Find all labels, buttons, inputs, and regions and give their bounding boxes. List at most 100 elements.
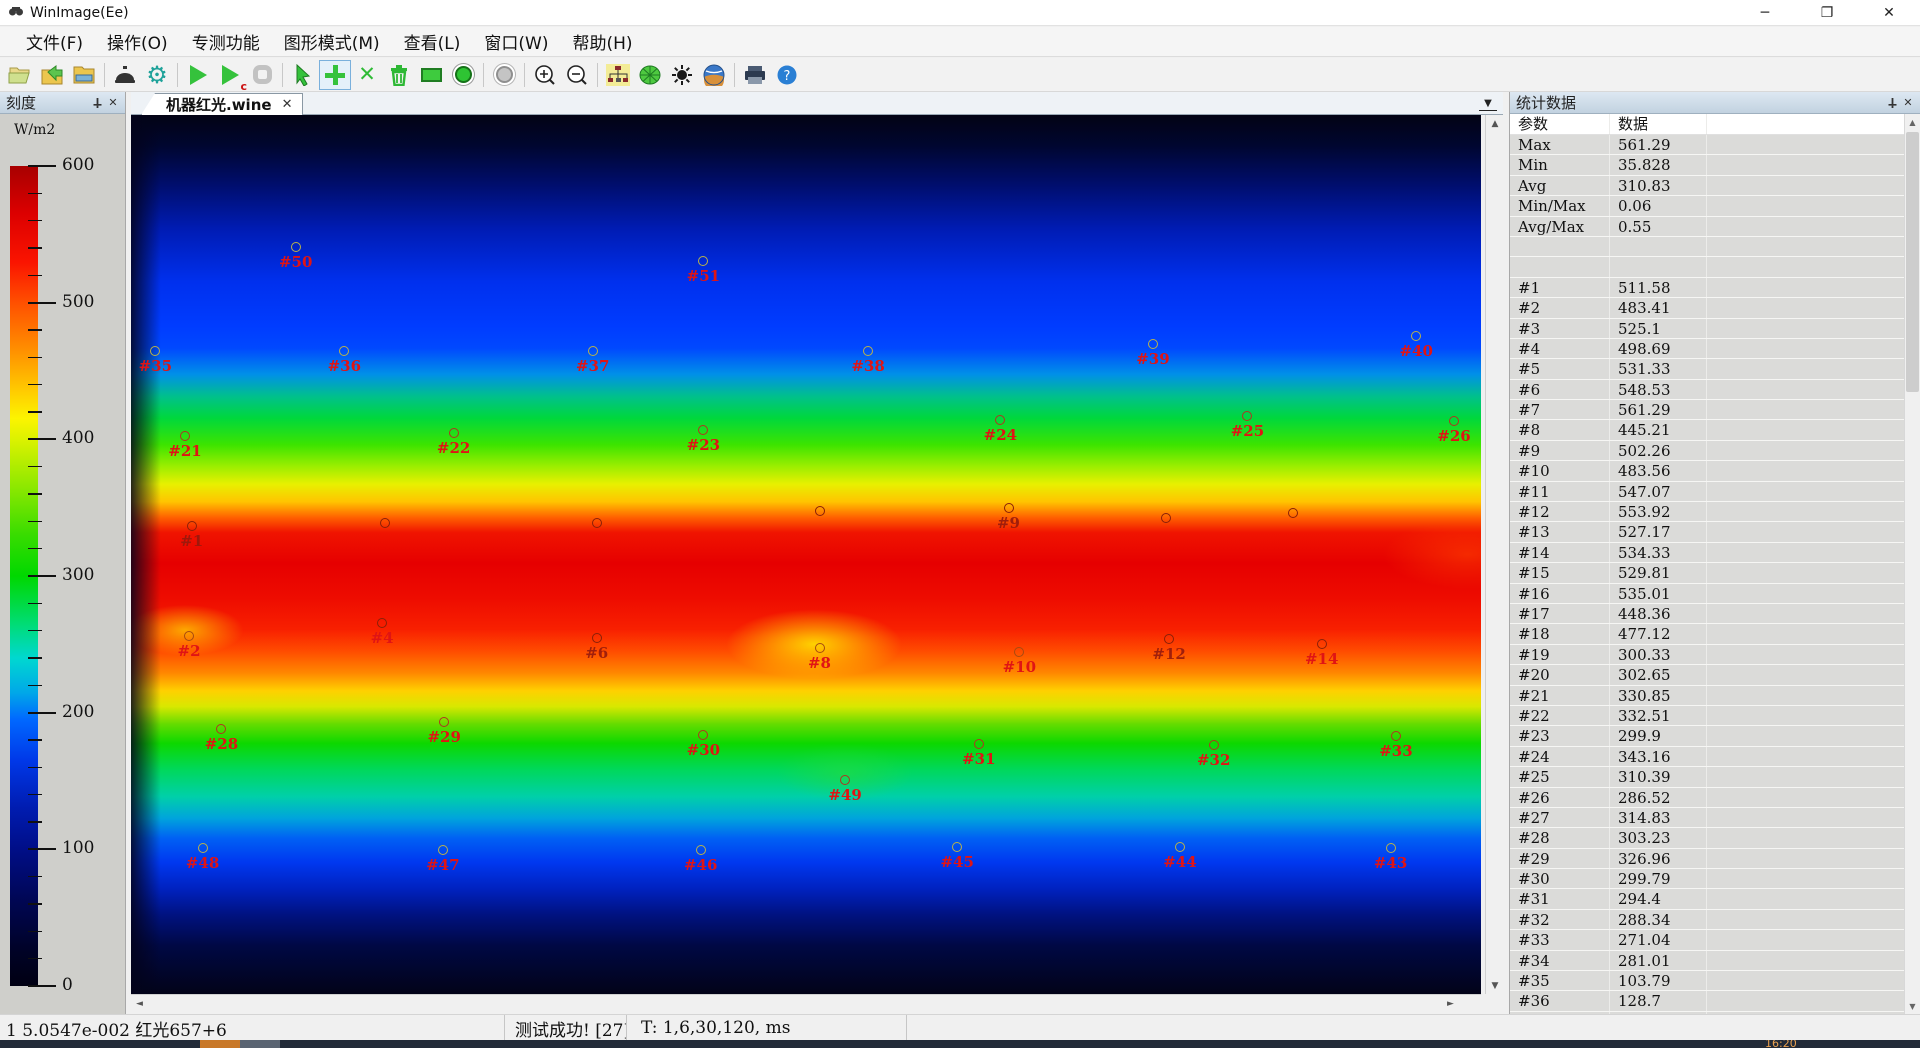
panel-close-icon[interactable]: ✕	[1900, 95, 1916, 111]
pin-icon[interactable]	[89, 95, 105, 111]
point-marker-icon	[380, 518, 390, 528]
point-label: #32	[1197, 751, 1230, 769]
play-icon[interactable]	[182, 60, 214, 90]
scroll-up-icon[interactable]: ▲	[1905, 114, 1920, 130]
table-cell: 483.56	[1610, 461, 1707, 480]
table-cell-empty	[1707, 767, 1905, 786]
scroll-down-icon[interactable]: ▼	[1486, 977, 1504, 994]
menu-item-4[interactable]: 图形模式(M)	[272, 26, 392, 57]
point-marker-icon	[1161, 513, 1171, 523]
table-cell: 525.1	[1610, 319, 1707, 338]
table-cell-empty	[1707, 808, 1905, 827]
scale-minor-tick	[28, 247, 42, 249]
scroll-down-icon[interactable]: ▼	[1905, 998, 1920, 1014]
point-marker-icon	[1209, 740, 1219, 750]
taskbar-item[interactable]	[200, 1040, 240, 1048]
panel-close-icon[interactable]: ✕	[105, 95, 121, 111]
point-marker-icon	[1391, 731, 1401, 741]
settings-gear-icon[interactable]: ⚙	[141, 60, 173, 90]
table-cell: #3	[1510, 319, 1610, 338]
record-disabled-icon[interactable]	[488, 60, 520, 90]
table-cell	[1510, 257, 1610, 276]
tab-close-icon[interactable]: ✕	[282, 97, 293, 112]
stop-icon[interactable]	[246, 60, 278, 90]
mesh-icon[interactable]	[634, 60, 666, 90]
add-point-icon[interactable]	[319, 60, 351, 90]
globe-icon[interactable]	[698, 60, 730, 90]
delete-point-icon[interactable]: ✕	[351, 60, 383, 90]
lamp-icon[interactable]	[109, 60, 141, 90]
close-button[interactable]: ✕	[1858, 0, 1920, 26]
scale-minor-tick	[28, 794, 42, 796]
scroll-left-icon[interactable]: ◄	[131, 995, 148, 1013]
minimize-button[interactable]: ─	[1734, 0, 1796, 26]
table-cell: 531.33	[1610, 359, 1707, 378]
table-cell-empty	[1707, 563, 1905, 582]
taskbar[interactable]: 16:20	[0, 1040, 1920, 1048]
point-label: #43	[1374, 854, 1407, 872]
play-continuous-icon[interactable]: c	[214, 60, 246, 90]
table-cell: 286.52	[1610, 788, 1707, 807]
print-icon[interactable]	[739, 60, 771, 90]
table-cell-empty	[1707, 502, 1905, 521]
taskbar-item[interactable]	[240, 1040, 280, 1048]
menu-item-7[interactable]: 帮助(H)	[560, 26, 644, 57]
statistics-panel: 统计数据 ✕ 参数数据Max561.29Min35.828Avg310.83Mi…	[1509, 92, 1920, 1014]
scale-minor-tick	[28, 493, 42, 495]
stats-scrollbar[interactable]: ▲ ▼	[1904, 114, 1920, 1014]
document-tab-label: 机器红光.wine	[166, 94, 272, 115]
help-icon[interactable]: ?	[771, 60, 803, 90]
irradiance-heatmap[interactable]: #50#51#35#36#37#38#39#40#21#22#23#24#25#…	[131, 115, 1481, 994]
menu-item-3[interactable]: 专测功能	[180, 26, 272, 57]
contrast-sun-icon[interactable]	[666, 60, 698, 90]
rect-roi-icon[interactable]	[415, 60, 447, 90]
window-list-button[interactable]: ▼	[1479, 96, 1497, 111]
table-row-reading-21: #22332.51	[1510, 706, 1905, 726]
table-cell: 330.85	[1610, 686, 1707, 705]
table-cell-empty	[1707, 828, 1905, 847]
select-cursor-icon[interactable]	[287, 60, 319, 90]
point-marker-icon	[198, 843, 208, 853]
open-folder-icon[interactable]	[4, 60, 36, 90]
scroll-right-icon[interactable]: ►	[1442, 995, 1459, 1013]
point-marker-icon	[1386, 843, 1396, 853]
save-icon[interactable]	[68, 60, 100, 90]
zoom-out-icon[interactable]	[561, 60, 593, 90]
circle-roi-icon[interactable]	[447, 60, 479, 90]
point-marker-icon	[339, 346, 349, 356]
toolbar: ⚙ c ✕ ?	[0, 58, 1920, 92]
table-cell-empty	[1707, 217, 1905, 236]
vertical-scrollbar[interactable]: ▲ ▼	[1485, 115, 1503, 994]
scrollbar-thumb[interactable]	[1906, 132, 1919, 392]
menu-item-6[interactable]: 窗口(W)	[472, 26, 560, 57]
table-cell-empty	[1707, 869, 1905, 888]
restore-button[interactable]: ❐	[1796, 0, 1858, 26]
scroll-up-icon[interactable]: ▲	[1486, 115, 1504, 132]
topology-icon[interactable]	[602, 60, 634, 90]
table-cell-empty	[1707, 135, 1905, 154]
document-tab[interactable]: 机器红光.wine ✕	[141, 93, 303, 115]
horizontal-scrollbar[interactable]: ◄ ►	[131, 994, 1481, 1012]
menu-item-2[interactable]: 操作(O)	[95, 26, 180, 57]
pin-icon[interactable]	[1884, 95, 1900, 111]
table-row-reading-19: #20302.65	[1510, 665, 1905, 685]
import-file-icon[interactable]	[36, 60, 68, 90]
point-marker-icon	[698, 256, 708, 266]
table-cell: 314.83	[1610, 808, 1707, 827]
scale-minor-tick	[28, 685, 42, 687]
point-marker-icon	[815, 506, 825, 516]
menu-item-5[interactable]: 查看(L)	[392, 26, 473, 57]
zoom-in-icon[interactable]	[529, 60, 561, 90]
scale-minor-tick	[28, 903, 42, 905]
table-cell-empty	[1707, 624, 1905, 643]
scale-major-tick	[28, 848, 56, 850]
clear-points-icon[interactable]	[383, 60, 415, 90]
table-cell: #2	[1510, 298, 1610, 317]
table-row-reading-23: #24343.16	[1510, 747, 1905, 767]
table-cell-empty	[1707, 889, 1905, 908]
point-label: #46	[684, 856, 717, 874]
menu-item-1[interactable]: 文件(F)	[14, 26, 95, 57]
point-marker-icon	[592, 633, 602, 643]
statistics-panel-header: 统计数据 ✕	[1510, 92, 1920, 114]
point-marker-icon	[995, 415, 1005, 425]
